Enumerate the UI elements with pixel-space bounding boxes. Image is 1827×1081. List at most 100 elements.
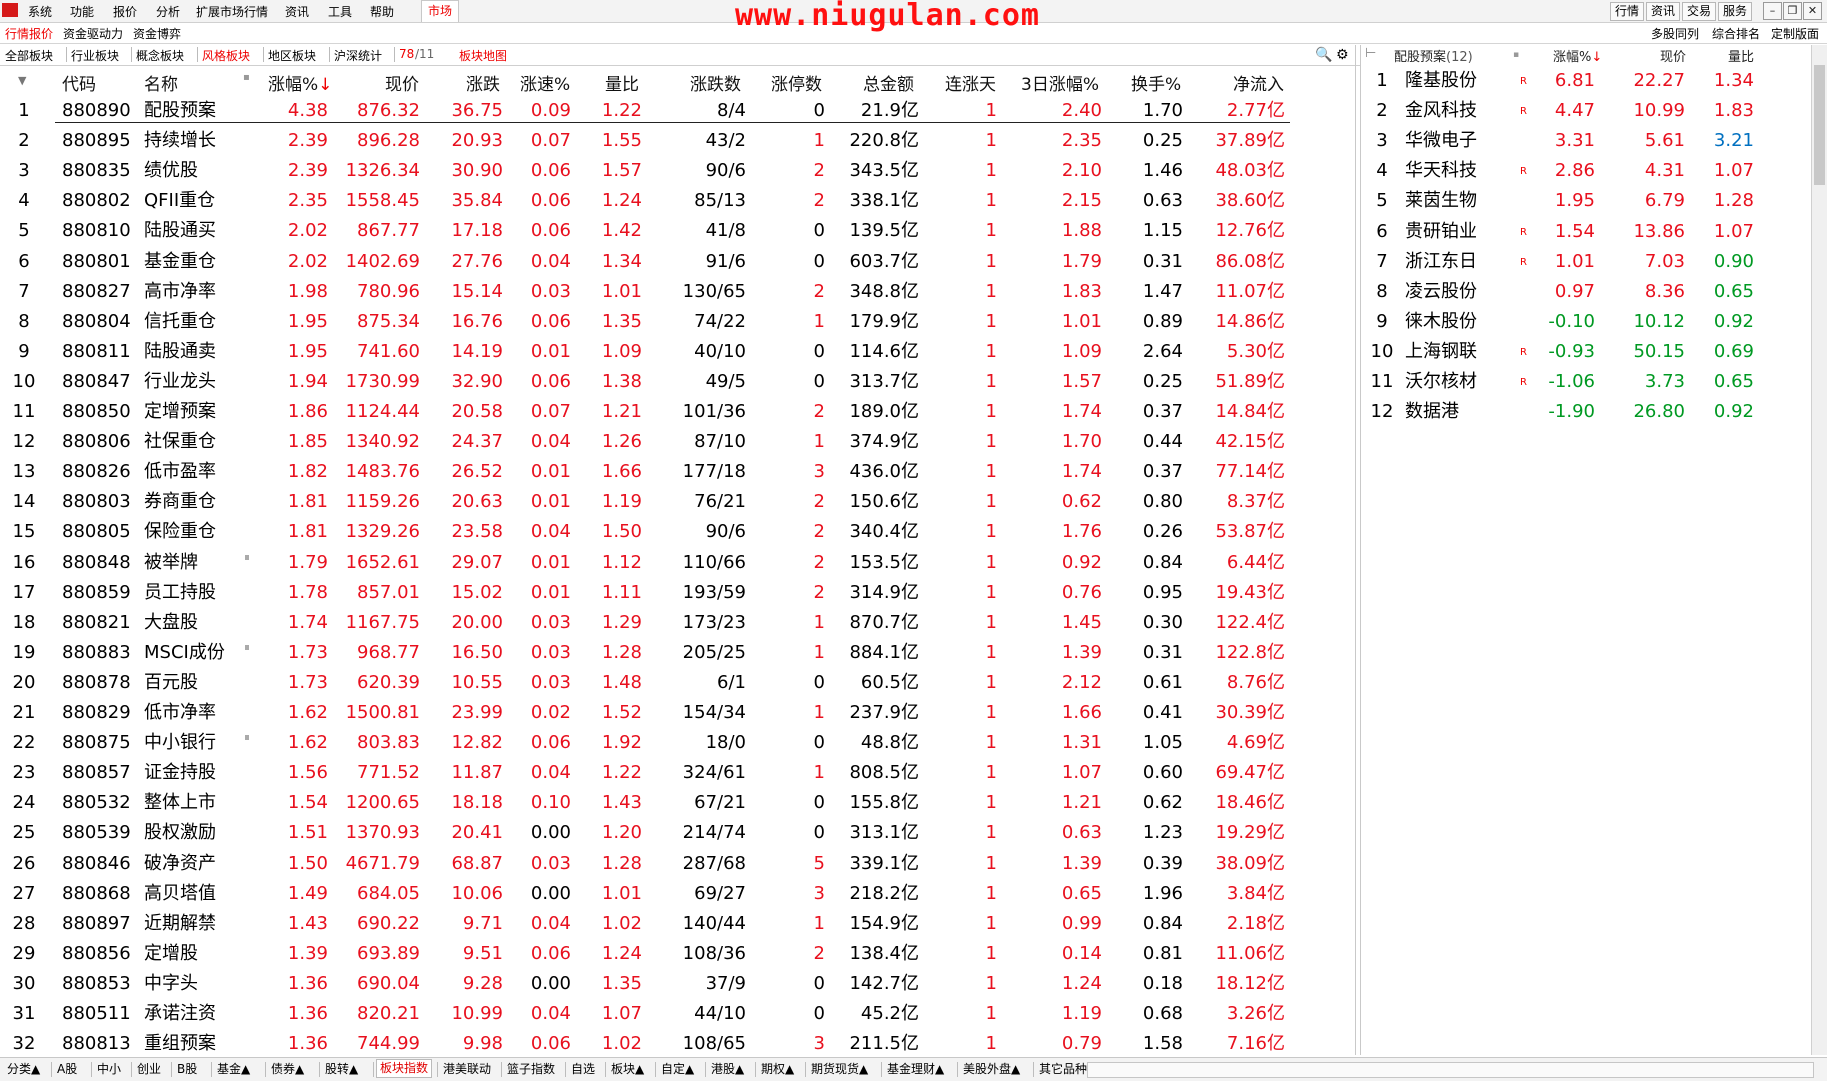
header-code[interactable]: 代码 bbox=[62, 70, 96, 95]
row-price: 4671.79 bbox=[345, 852, 420, 874]
row-turnover: 0.61 bbox=[1142, 671, 1183, 693]
minimize-icon[interactable]: – bbox=[1763, 2, 1782, 20]
header-speed[interactable]: 涨速% bbox=[520, 70, 570, 95]
market-tab[interactable]: 市场 bbox=[421, 0, 459, 22]
bottom-tab[interactable]: 基金理财▲ bbox=[884, 1061, 947, 1078]
bottom-tab[interactable]: 股转▲ bbox=[322, 1061, 361, 1078]
tab-quote[interactable]: 行情报价 bbox=[5, 25, 53, 42]
sector-map-link[interactable]: 板块地图 bbox=[459, 47, 507, 64]
row-net-inflow: 122.8亿 bbox=[1215, 641, 1285, 663]
row-turnover: 1.58 bbox=[1142, 1033, 1183, 1055]
horizontal-scrollbar[interactable] bbox=[1087, 1062, 1814, 1078]
right-header-price[interactable]: 现价 bbox=[1660, 46, 1686, 65]
tab-rank[interactable]: 综合排名 bbox=[1712, 25, 1760, 42]
menu-item-function[interactable]: 功能 bbox=[70, 3, 94, 20]
header-name[interactable]: 名称 bbox=[144, 70, 178, 95]
header-change[interactable]: 涨跌 bbox=[466, 70, 500, 95]
right-row-change-pct: 1.54 bbox=[1554, 220, 1595, 242]
menu-item-system[interactable]: 系统 bbox=[28, 3, 52, 20]
header-consec-up[interactable]: 连涨天 bbox=[945, 70, 996, 95]
row-change-pct: 1.39 bbox=[287, 942, 328, 964]
menu-item-news[interactable]: 资讯 bbox=[285, 3, 309, 20]
pin-icon[interactable]: ⊢ bbox=[1365, 46, 1376, 61]
close-icon[interactable]: ✕ bbox=[1803, 2, 1822, 20]
tab-industry[interactable]: 行业板块 bbox=[71, 47, 119, 64]
menu-item-help[interactable]: 帮助 bbox=[370, 3, 394, 20]
bottom-tab[interactable]: 基金▲ bbox=[214, 1061, 253, 1078]
menu-item-tools[interactable]: 工具 bbox=[328, 3, 352, 20]
header-total-amount[interactable]: 总金额 bbox=[863, 70, 914, 95]
bottom-tab[interactable]: 板块▲ bbox=[608, 1061, 647, 1078]
row-limit-up: 0 bbox=[813, 732, 825, 754]
menu-item-quote[interactable]: 报价 bbox=[113, 3, 137, 20]
row-volume-ratio: 1.57 bbox=[601, 160, 642, 182]
bottom-tab[interactable]: 中小 bbox=[94, 1061, 124, 1078]
row-code: 880511 bbox=[62, 1003, 131, 1024]
search-icon[interactable]: 🔍 bbox=[1315, 47, 1332, 63]
tab-style-active[interactable]: 风格板块 bbox=[202, 47, 250, 64]
tab-region[interactable]: 地区板块 bbox=[268, 47, 316, 64]
tab-custom-layout[interactable]: 定制版面 bbox=[1771, 25, 1819, 42]
right-filter-icon[interactable]: ▪ bbox=[1513, 50, 1519, 60]
header-change-pct[interactable]: 涨幅%↓ bbox=[268, 70, 332, 95]
header-limit-up[interactable]: 涨停数 bbox=[771, 70, 822, 95]
tab-multi-stock[interactable]: 多股同列 bbox=[1651, 25, 1699, 42]
row-volume-ratio: 1.01 bbox=[601, 882, 642, 904]
top-trade-button[interactable]: 交易 bbox=[1682, 2, 1717, 21]
tab-fund-drive[interactable]: 资金驱动力 bbox=[63, 25, 123, 42]
bottom-tab[interactable]: B股 bbox=[174, 1061, 200, 1078]
menu-item-ext-market[interactable]: 扩展市场行情 bbox=[196, 3, 268, 20]
row-updown-count: 67/21 bbox=[694, 792, 746, 814]
vertical-scrollbar[interactable] bbox=[1811, 45, 1827, 1055]
panel-divider[interactable] bbox=[1355, 45, 1356, 1055]
tab-fund-game[interactable]: 资金博弈 bbox=[133, 25, 181, 42]
right-header-change[interactable]: 涨幅%↓ bbox=[1553, 46, 1602, 65]
row-volume-ratio: 1.48 bbox=[601, 671, 642, 693]
header-volume-ratio[interactable]: 量比 bbox=[605, 70, 639, 95]
bottom-tab[interactable]: 板块指数 bbox=[376, 1059, 433, 1078]
right-row-name: 华天科技 bbox=[1405, 160, 1477, 182]
tab-concept[interactable]: 概念板块 bbox=[136, 47, 184, 64]
bottom-tab[interactable]: 自选 bbox=[568, 1061, 598, 1078]
bottom-tab[interactable]: 美股外盘▲ bbox=[960, 1061, 1023, 1078]
bottom-tab[interactable]: A股 bbox=[54, 1061, 80, 1078]
top-quote-button[interactable]: 行情 bbox=[1610, 2, 1645, 21]
header-filter-icon[interactable]: ▪ bbox=[243, 72, 250, 83]
header-price[interactable]: 现价 bbox=[385, 70, 419, 95]
right-row-name: 凌云股份 bbox=[1405, 280, 1477, 302]
row-total-amount: 153.5亿 bbox=[849, 551, 919, 573]
bottom-tab[interactable]: 创业 bbox=[134, 1061, 164, 1078]
tab-all-sectors[interactable]: 全部板块 bbox=[5, 47, 53, 64]
header-turnover[interactable]: 换手% bbox=[1131, 70, 1181, 95]
top-news-button[interactable]: 资讯 bbox=[1646, 2, 1681, 21]
gear-icon[interactable]: ⚙ bbox=[1336, 47, 1349, 63]
row-change-pct: 1.62 bbox=[287, 702, 328, 723]
row-net-inflow: 122.4亿 bbox=[1215, 611, 1285, 633]
bottom-tab-separator bbox=[437, 1062, 438, 1077]
row-volume-ratio: 1.07 bbox=[601, 1003, 642, 1024]
menu-item-analysis[interactable]: 分析 bbox=[156, 3, 180, 20]
bottom-tab[interactable]: 分类▲ bbox=[4, 1061, 43, 1078]
header-3day-change[interactable]: 3日涨幅% bbox=[1021, 70, 1099, 95]
bottom-tab[interactable]: 港股▲ bbox=[708, 1061, 747, 1078]
bottom-tab[interactable]: 篮子指数 bbox=[504, 1061, 558, 1078]
right-header-volume-ratio[interactable]: 量比 bbox=[1728, 46, 1754, 65]
bottom-tab[interactable]: 债券▲ bbox=[268, 1061, 307, 1078]
header-net-inflow[interactable]: 净流入 bbox=[1233, 70, 1284, 95]
bottom-tab[interactable]: 期权▲ bbox=[758, 1061, 797, 1078]
row-3day-change: 0.65 bbox=[1061, 882, 1102, 904]
bottom-tab[interactable]: 期货现货▲ bbox=[808, 1061, 871, 1078]
header-sort-toggle-icon[interactable]: ▼ bbox=[18, 74, 26, 87]
row-index: 1 bbox=[18, 100, 30, 121]
bottom-tab[interactable]: 港美联动 bbox=[440, 1061, 494, 1078]
row-index: 3 bbox=[18, 160, 30, 182]
restore-icon[interactable]: ❐ bbox=[1783, 2, 1802, 20]
row-speed: 0.06 bbox=[530, 310, 571, 332]
row-net-inflow: 3.26亿 bbox=[1226, 1003, 1285, 1024]
top-service-button[interactable]: 服务 bbox=[1718, 2, 1753, 21]
header-updown-count[interactable]: 涨跌数 bbox=[690, 70, 741, 95]
row-change: 23.99 bbox=[451, 702, 503, 723]
scrollbar-thumb[interactable] bbox=[1814, 65, 1825, 185]
bottom-tab[interactable]: 自定▲ bbox=[658, 1061, 697, 1078]
tab-stats[interactable]: 沪深统计 bbox=[334, 47, 382, 64]
